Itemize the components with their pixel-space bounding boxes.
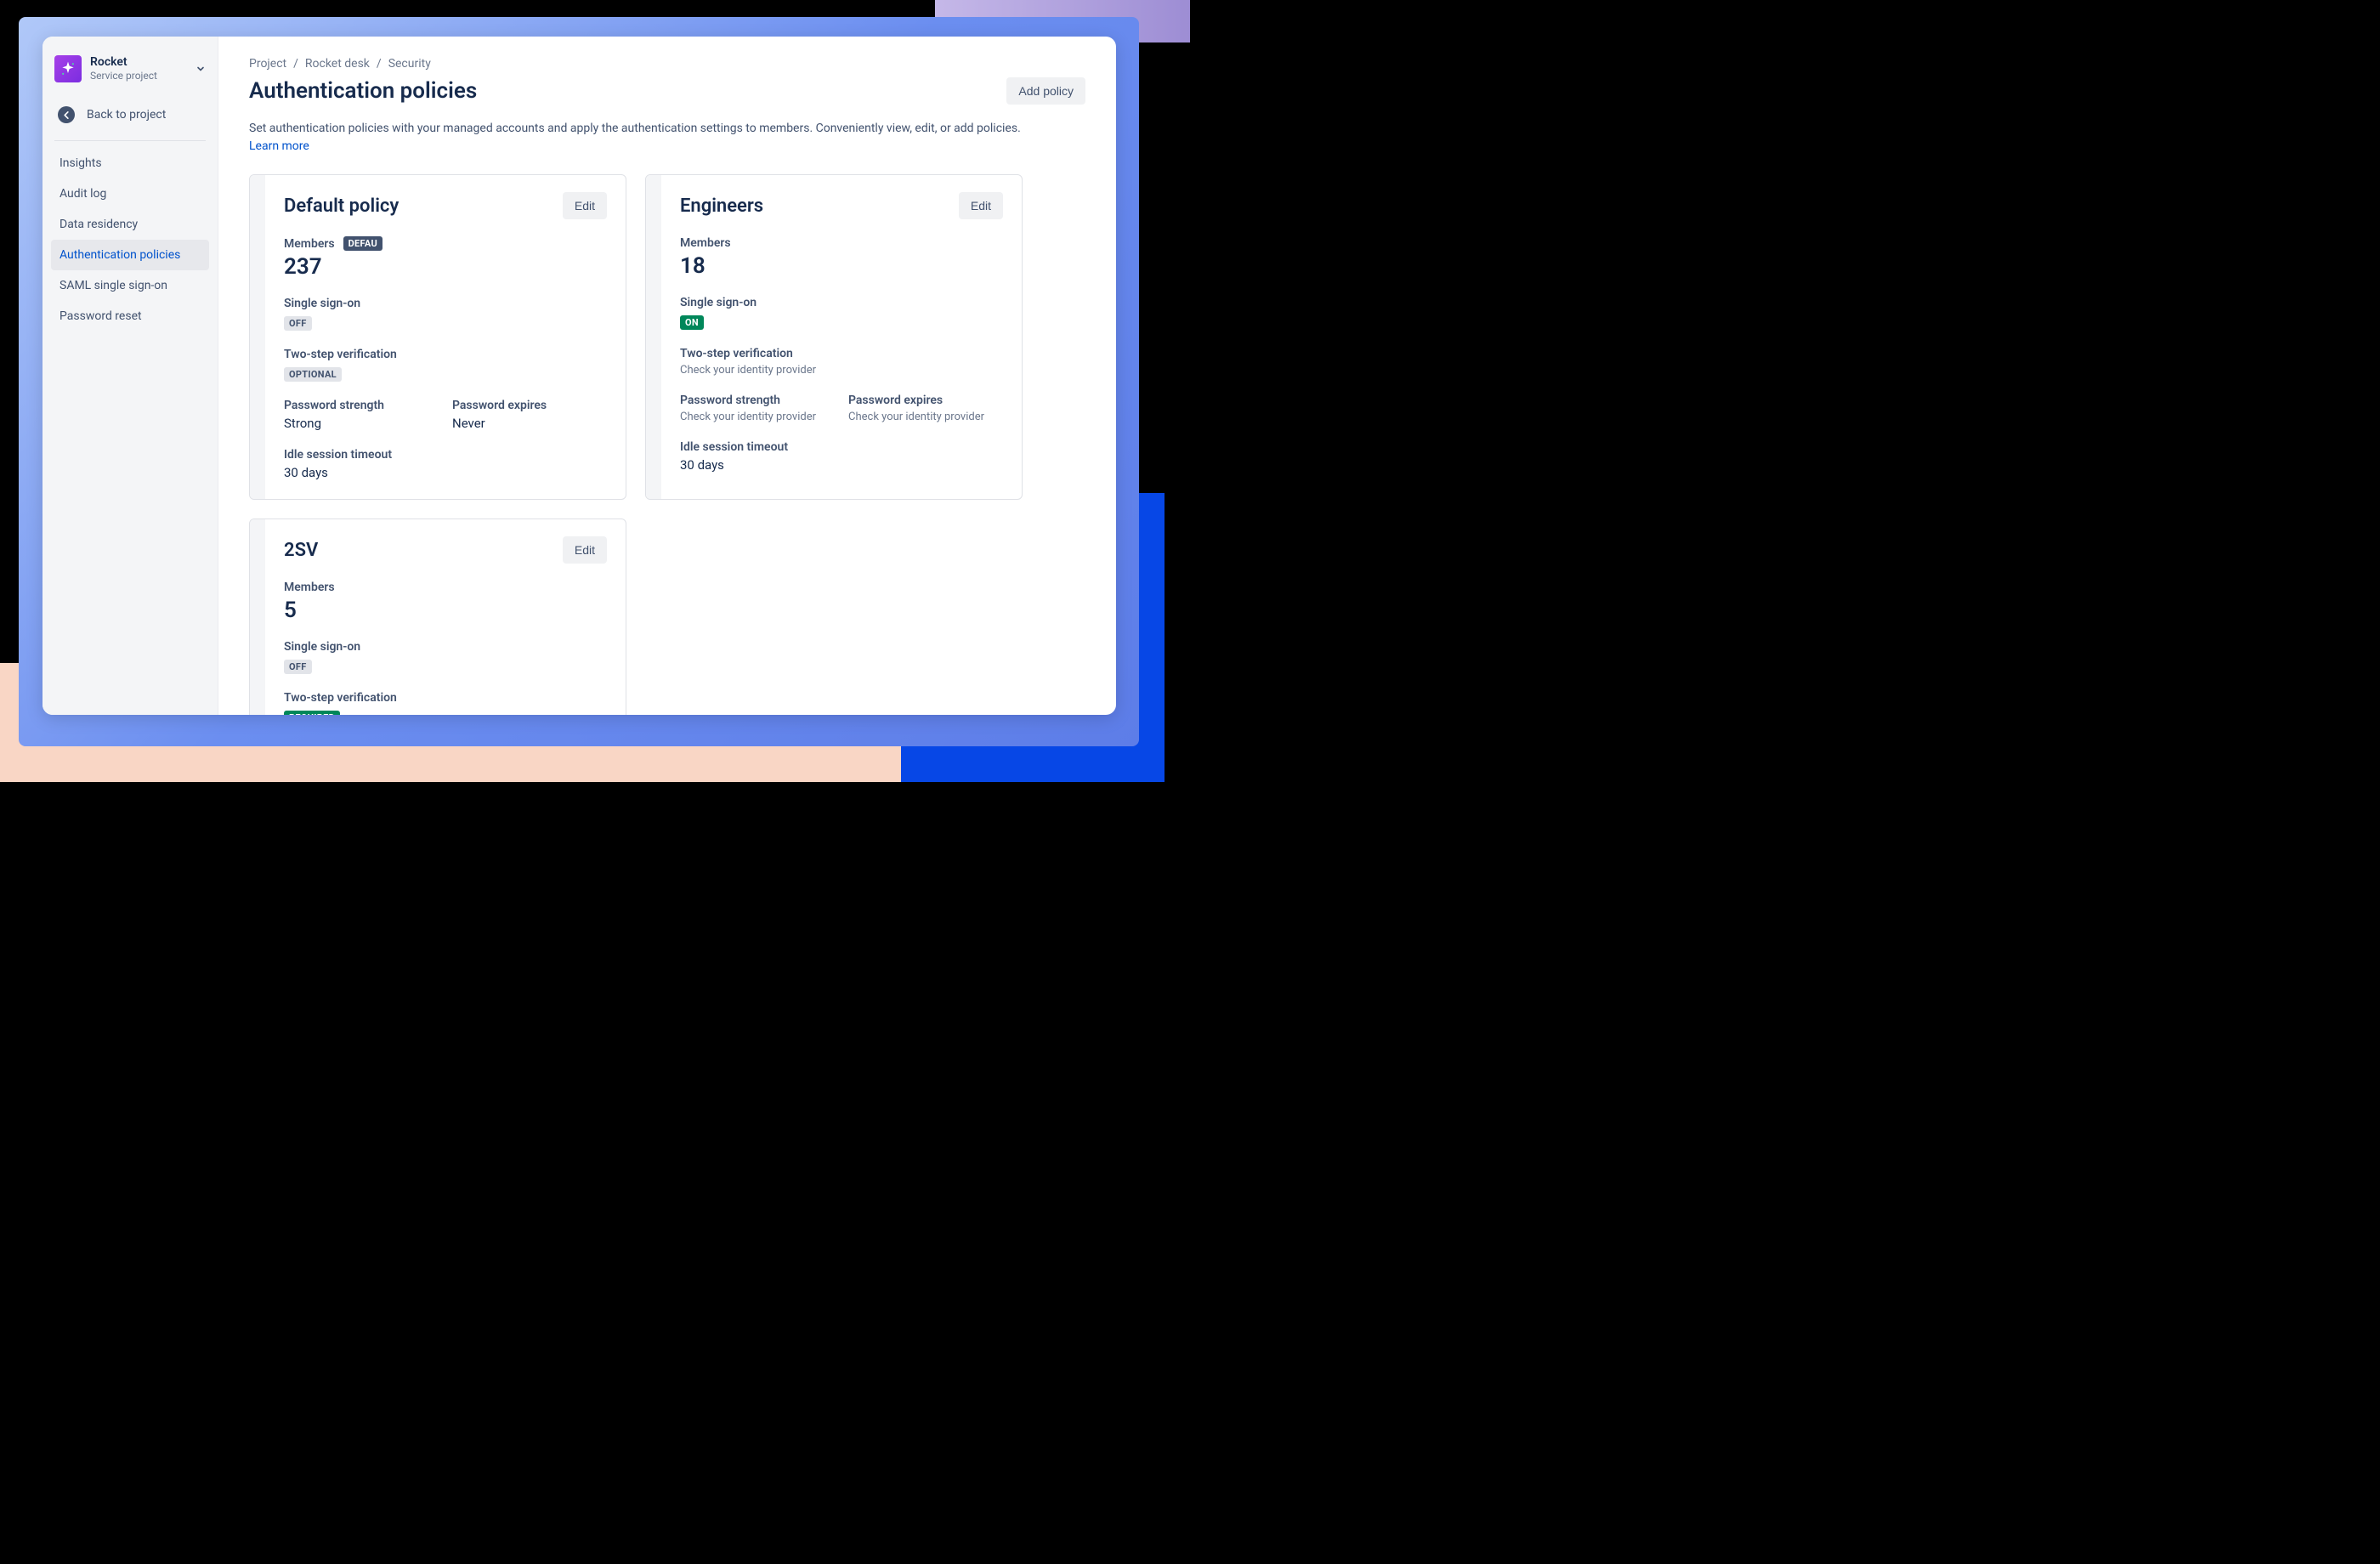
default-badge: DEFAU (343, 236, 382, 251)
chevron-down-icon (196, 61, 206, 77)
sso-label: Single sign-on (284, 640, 607, 654)
page-title: Authentication policies (249, 78, 477, 104)
tsv-note: Check your identity provider (680, 364, 1003, 377)
arrow-left-icon (58, 106, 75, 123)
policy-title: 2SV (284, 540, 318, 561)
project-name: Rocket (90, 55, 196, 70)
sidebar: Rocket Service project Back to project I… (42, 37, 218, 715)
sso-status-badge: OFF (284, 316, 312, 331)
project-subtitle: Service project (90, 70, 196, 82)
main-content: Project / Rocket desk / Security Authent… (218, 37, 1116, 715)
nav-authentication-policies[interactable]: Authentication policies (51, 240, 209, 270)
pw-expires-label: Password expires (848, 394, 1003, 407)
learn-more-link[interactable]: Learn more (249, 139, 309, 153)
members-count: 5 (284, 598, 607, 623)
breadcrumb-desk[interactable]: Rocket desk (305, 57, 370, 71)
pw-expires-note: Check your identity provider (848, 411, 1003, 423)
tsv-label: Two-step verification (284, 348, 607, 361)
back-label: Back to project (87, 108, 166, 122)
policy-title: Default policy (284, 196, 399, 217)
policy-card-2sv: 2SV Edit Members 5 Single sign-on OFF Tw… (249, 518, 626, 715)
policy-card-default: Default policy Edit Members DEFAU 237 Si… (249, 174, 626, 500)
sidebar-nav: Insights Audit log Data residency Authen… (42, 148, 218, 332)
page-description: Set authentication policies with your ma… (249, 120, 1031, 156)
app-window: Rocket Service project Back to project I… (42, 37, 1116, 715)
sso-status-badge: ON (680, 315, 704, 330)
idle-label: Idle session timeout (284, 448, 607, 462)
nav-audit-log[interactable]: Audit log (51, 178, 209, 209)
idle-label: Idle session timeout (680, 440, 1003, 454)
tsv-status-badge: REQUIRED (284, 711, 340, 715)
policy-cards: Default policy Edit Members DEFAU 237 Si… (249, 174, 1023, 715)
sso-label: Single sign-on (284, 297, 607, 310)
members-count: 18 (680, 253, 1003, 279)
rocket-icon (54, 55, 82, 82)
tsv-label: Two-step verification (680, 347, 1003, 360)
idle-value: 30 days (680, 457, 1003, 473)
project-switcher[interactable]: Rocket Service project (42, 50, 218, 99)
idle-value: 30 days (284, 465, 607, 480)
nav-data-residency[interactable]: Data residency (51, 209, 209, 240)
members-label: Members (680, 236, 1003, 250)
policy-title: Engineers (680, 196, 763, 217)
breadcrumb-security[interactable]: Security (388, 57, 431, 71)
members-count: 237 (284, 254, 607, 280)
add-policy-button[interactable]: Add policy (1006, 77, 1085, 105)
sso-label: Single sign-on (680, 296, 1003, 309)
nav-insights[interactable]: Insights (51, 148, 209, 178)
policy-card-engineers: Engineers Edit Members 18 Single sign-on… (645, 174, 1023, 500)
pw-strength-value: Strong (284, 416, 439, 431)
breadcrumb: Project / Rocket desk / Security (249, 57, 1085, 71)
edit-button[interactable]: Edit (563, 192, 607, 219)
nav-saml-sso[interactable]: SAML single sign-on (51, 270, 209, 301)
back-to-project-link[interactable]: Back to project (42, 99, 218, 140)
pw-strength-label: Password strength (680, 394, 835, 407)
tsv-status-badge: OPTIONAL (284, 367, 342, 382)
nav-password-reset[interactable]: Password reset (51, 301, 209, 332)
divider (54, 140, 206, 141)
pw-strength-note: Check your identity provider (680, 411, 835, 423)
edit-button[interactable]: Edit (959, 192, 1003, 219)
pw-expires-label: Password expires (452, 399, 607, 412)
edit-button[interactable]: Edit (563, 536, 607, 564)
members-label: Members (284, 237, 335, 251)
tsv-label: Two-step verification (284, 691, 607, 705)
breadcrumb-project[interactable]: Project (249, 57, 286, 71)
pw-strength-label: Password strength (284, 399, 439, 412)
pw-expires-value: Never (452, 416, 607, 431)
members-label: Members (284, 581, 607, 594)
sso-status-badge: OFF (284, 660, 312, 674)
